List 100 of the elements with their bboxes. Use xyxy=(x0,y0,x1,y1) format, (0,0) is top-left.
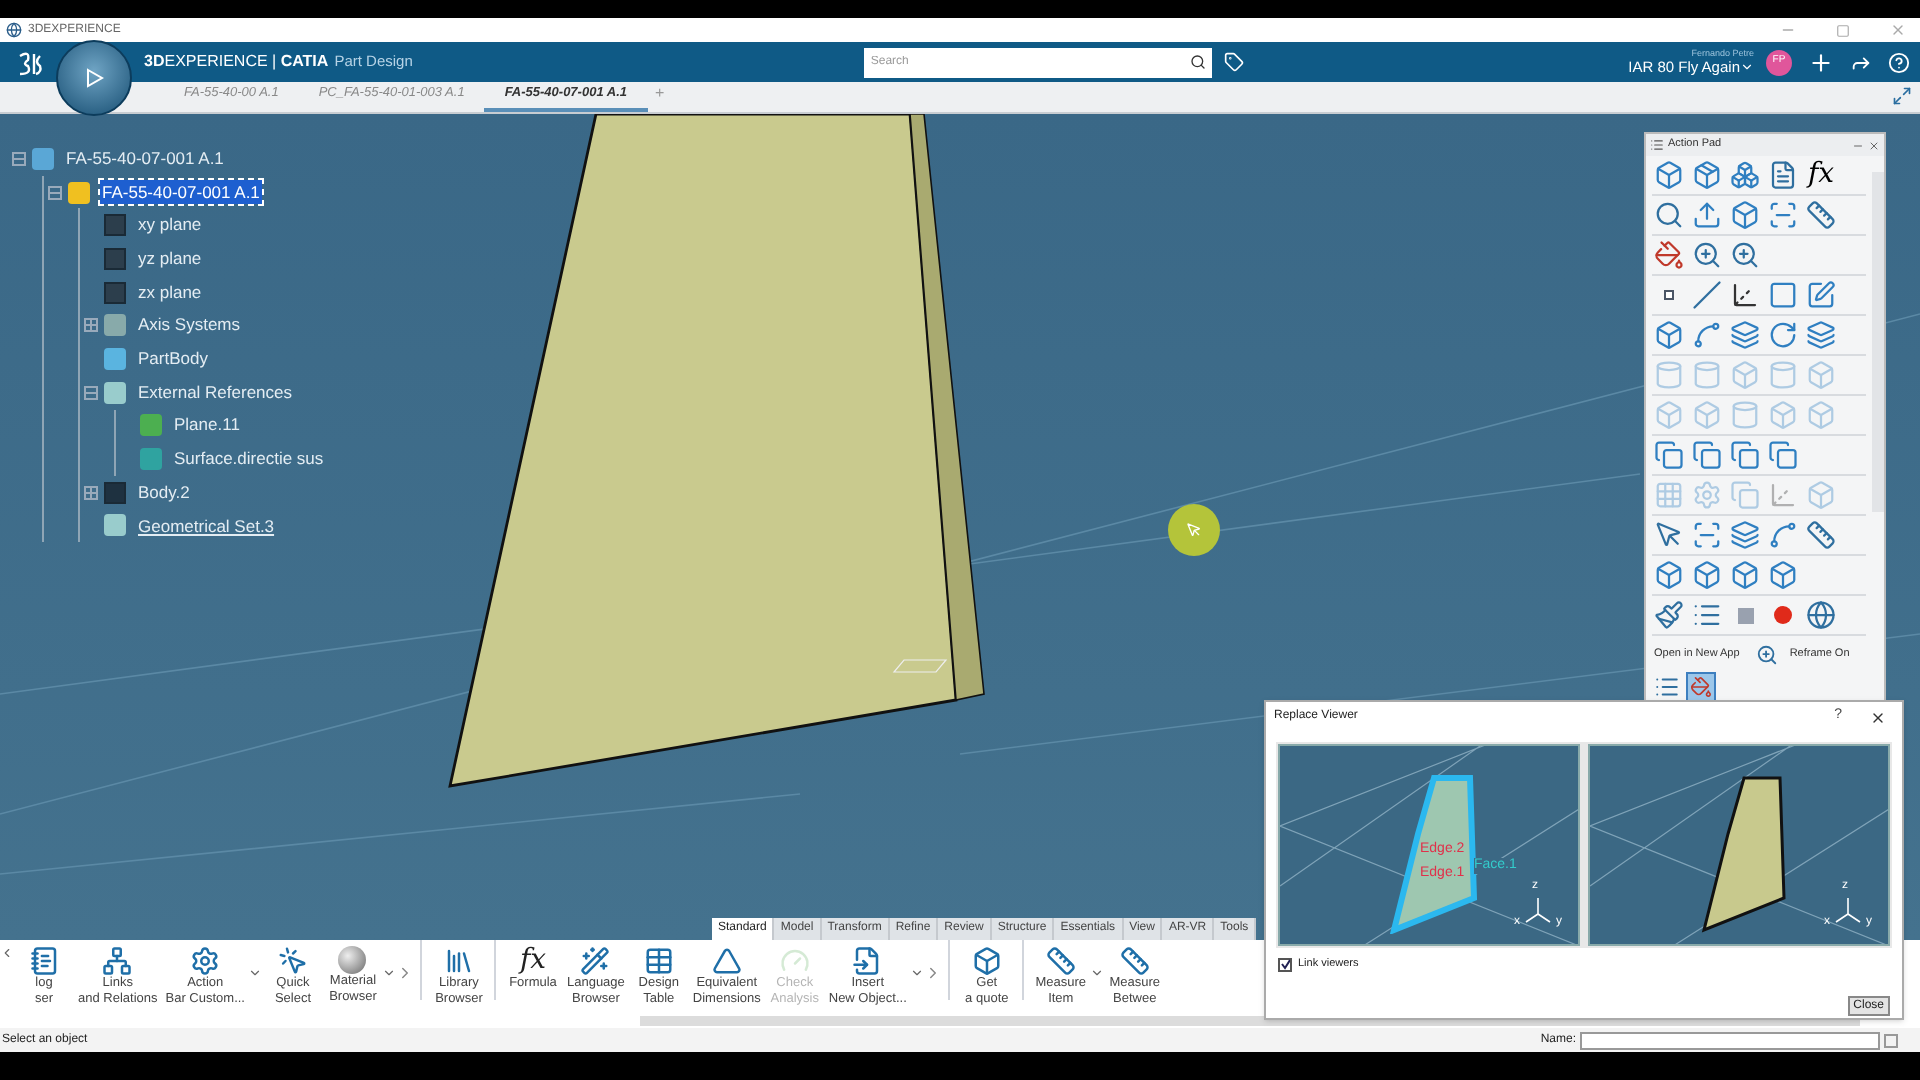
cube-icon[interactable] xyxy=(1654,160,1684,190)
scrollbar[interactable] xyxy=(1872,172,1884,512)
minimize-icon[interactable] xyxy=(1852,139,1864,151)
paint-bucket-icon[interactable] xyxy=(1654,240,1684,270)
brush-icon[interactable] xyxy=(1654,600,1684,630)
tree-item[interactable]: zx plane xyxy=(136,279,204,305)
dropdown-caret-icon[interactable] xyxy=(910,966,925,980)
maximize-icon[interactable] xyxy=(1836,23,1850,37)
scan-icon[interactable] xyxy=(1768,200,1798,230)
plane-icon[interactable] xyxy=(1768,280,1798,310)
cube-icon[interactable] xyxy=(1730,200,1760,230)
collapse-toggle[interactable] xyxy=(83,385,97,400)
plane-node-icon xyxy=(104,214,126,237)
triangle-icon xyxy=(711,946,742,976)
part-node-icon xyxy=(68,181,90,204)
tree-item[interactable]: PartBody xyxy=(136,346,210,372)
tree-item[interactable]: xy plane xyxy=(136,212,204,239)
tree-item[interactable]: FA-55-40-07-001 A.1 xyxy=(100,179,262,205)
collapse-icon[interactable] xyxy=(0,946,14,960)
tree-item[interactable]: External References xyxy=(136,379,295,406)
expand-toggle[interactable] xyxy=(83,318,97,333)
axis-icon[interactable] xyxy=(1730,280,1760,310)
plane-symbol-icon xyxy=(892,658,948,674)
ref-surface-node-icon xyxy=(140,448,162,471)
collapse-toggle[interactable] xyxy=(11,151,25,166)
tree-item[interactable]: FA-55-40-07-001 A.1 xyxy=(64,145,226,172)
tree-item[interactable]: Geometrical Set.3 xyxy=(136,513,277,539)
ref-plane-node-icon xyxy=(140,414,162,437)
3d-viewport[interactable] xyxy=(0,114,1920,940)
expand-toggle[interactable] xyxy=(83,485,97,500)
dropdown-caret-icon[interactable] xyxy=(248,966,263,980)
cube-icon[interactable] xyxy=(1692,560,1722,590)
help-icon[interactable] xyxy=(1888,51,1910,73)
scan-icon[interactable] xyxy=(1692,520,1722,550)
zoom-icon[interactable] xyxy=(1692,240,1722,270)
add-icon[interactable] xyxy=(1808,49,1834,75)
logo-icon xyxy=(16,49,44,75)
copy-icon[interactable] xyxy=(1768,440,1798,470)
ruler-icon xyxy=(1119,946,1150,976)
pointer-icon[interactable] xyxy=(1654,520,1684,550)
tree-item[interactable]: Surface.directie sus xyxy=(172,446,326,472)
axis-node-icon xyxy=(104,314,126,337)
checkbox[interactable] xyxy=(1278,957,1292,972)
panel-icon xyxy=(1650,138,1664,152)
plane-node-icon xyxy=(104,247,126,270)
globe-icon[interactable] xyxy=(1806,600,1836,630)
tree-item[interactable]: yz plane xyxy=(136,246,204,272)
list-icon[interactable] xyxy=(1692,600,1722,630)
dropdown-caret-icon[interactable] xyxy=(1090,966,1105,980)
chevron-down-icon[interactable] xyxy=(1740,59,1754,74)
tag-icon[interactable] xyxy=(1224,52,1245,72)
body-node-icon xyxy=(104,347,126,370)
zoom-icon[interactable] xyxy=(1730,240,1760,270)
surface-icon[interactable] xyxy=(1806,320,1836,350)
collapse-toggle[interactable] xyxy=(47,185,61,200)
helix-icon[interactable] xyxy=(1768,320,1798,350)
surface-icon[interactable] xyxy=(1730,320,1760,350)
cube-icon[interactable] xyxy=(1730,560,1760,590)
geoset-node-icon xyxy=(104,381,126,404)
document-icon[interactable] xyxy=(1768,160,1798,190)
network-icon xyxy=(102,946,133,976)
formula-glyph[interactable]: fx xyxy=(1804,158,1838,192)
copy-icon[interactable] xyxy=(1654,440,1684,470)
surface-icon[interactable] xyxy=(1730,520,1760,550)
gauge-icon xyxy=(779,946,810,976)
ruler-icon[interactable] xyxy=(1806,520,1836,550)
tree-item[interactable]: Axis Systems xyxy=(136,312,243,339)
gear-icon xyxy=(190,946,221,976)
share-icon[interactable] xyxy=(1850,51,1872,73)
name-field[interactable] xyxy=(1580,1031,1880,1049)
cube-icon[interactable] xyxy=(1654,560,1684,590)
sketch-icon[interactable] xyxy=(1806,280,1836,310)
package-icon[interactable] xyxy=(1692,160,1722,190)
copy-icon[interactable] xyxy=(1730,440,1760,470)
books-icon xyxy=(443,946,474,976)
field-options-icon[interactable] xyxy=(1884,1033,1898,1047)
close-icon[interactable] xyxy=(1870,709,1886,725)
cube-icon[interactable] xyxy=(1768,560,1798,590)
upload-icon[interactable] xyxy=(1692,200,1722,230)
pointer-click-icon xyxy=(277,946,308,976)
zoom-icon[interactable] xyxy=(1755,643,1778,665)
boxes-icon[interactable] xyxy=(1730,160,1760,190)
tree-item[interactable]: Body.2 xyxy=(136,479,192,506)
cursor-highlight-icon xyxy=(1168,504,1220,556)
brand-title: 3DEXPERIENCE | CATIA xyxy=(144,50,329,74)
ruler-icon xyxy=(1045,946,1076,976)
body-dark-node-icon xyxy=(104,481,126,504)
dropdown-caret-icon[interactable] xyxy=(382,966,397,980)
search-icon[interactable] xyxy=(1190,54,1207,70)
line-icon[interactable] xyxy=(1692,280,1722,310)
cube-icon[interactable] xyxy=(1654,320,1684,350)
expand-icon[interactable] xyxy=(1892,86,1912,106)
axis-triad-icon xyxy=(1522,896,1554,924)
file-insert-icon xyxy=(852,946,883,976)
ruler-icon[interactable] xyxy=(1806,200,1836,230)
copy-icon[interactable] xyxy=(1692,440,1722,470)
curve-icon[interactable] xyxy=(1768,520,1798,550)
tree-item[interactable]: Plane.11 xyxy=(172,412,242,439)
curve-icon[interactable] xyxy=(1692,320,1722,350)
box-icon xyxy=(971,946,1002,976)
